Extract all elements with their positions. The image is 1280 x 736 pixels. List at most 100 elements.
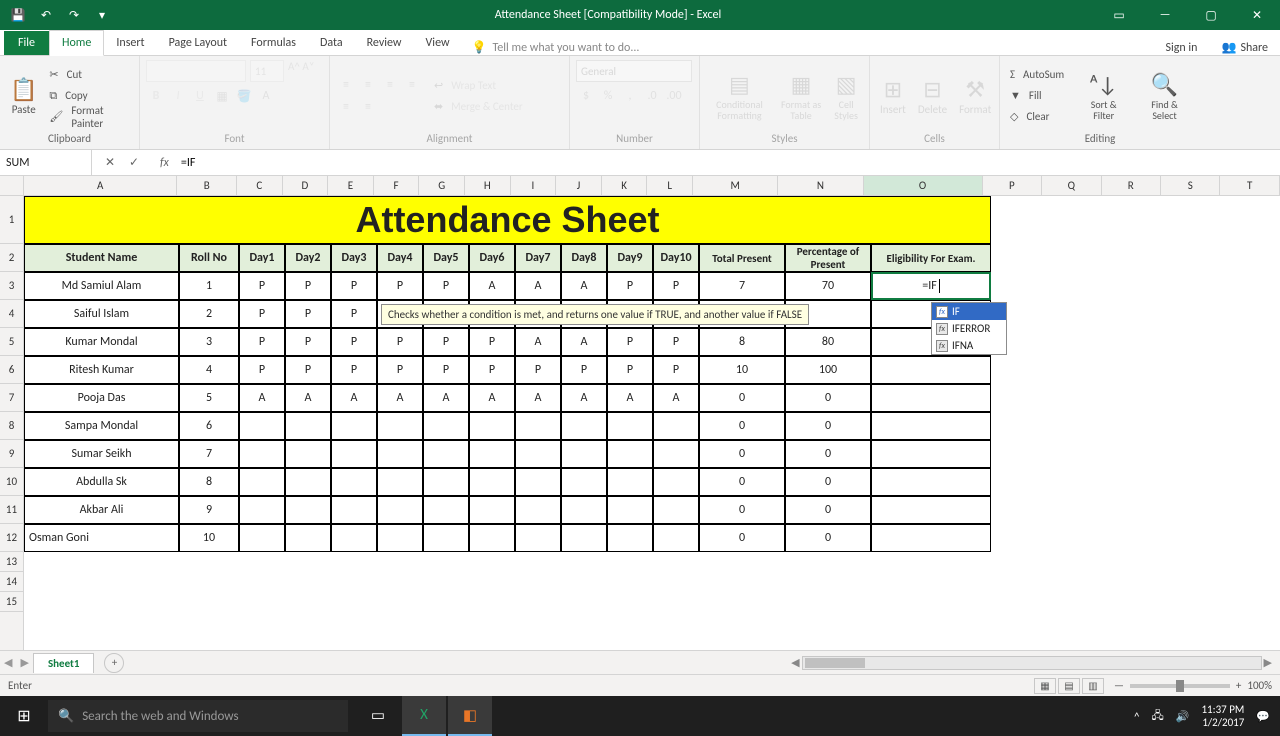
- day-cell[interactable]: [607, 412, 653, 440]
- findselect-button[interactable]: 🔍Find & Select: [1135, 69, 1194, 123]
- col-header-P[interactable]: P: [983, 176, 1042, 195]
- col-header-H[interactable]: H: [465, 176, 511, 195]
- start-button[interactable]: ⊞: [0, 696, 48, 736]
- day-cell[interactable]: [331, 412, 377, 440]
- student-name-cell[interactable]: Sumar Seikh: [24, 440, 179, 468]
- tab-data[interactable]: Data: [308, 31, 355, 55]
- row-header-5[interactable]: 5: [0, 328, 23, 356]
- merge-button[interactable]: ⬌ Merge & Center: [430, 96, 531, 116]
- row-header-2[interactable]: 2: [0, 244, 23, 272]
- row-header-7[interactable]: 7: [0, 384, 23, 412]
- elig-cell[interactable]: [871, 384, 991, 412]
- day-cell[interactable]: [285, 468, 331, 496]
- total-cell[interactable]: 0: [699, 524, 785, 552]
- day-cell[interactable]: P: [377, 272, 423, 300]
- day-cell[interactable]: [377, 468, 423, 496]
- day-cell[interactable]: P: [285, 356, 331, 384]
- table-header[interactable]: Day3: [331, 244, 377, 272]
- tray-volume-icon[interactable]: 🔊: [1176, 710, 1190, 723]
- formula-bar[interactable]: =IF: [177, 156, 1280, 170]
- tray-chevron-icon[interactable]: ^: [1134, 710, 1139, 723]
- day-cell[interactable]: [331, 440, 377, 468]
- share-button[interactable]: 👥Share: [1209, 40, 1280, 55]
- day-cell[interactable]: P: [239, 356, 285, 384]
- day-cell[interactable]: A: [515, 328, 561, 356]
- roll-cell[interactable]: 2: [179, 300, 239, 328]
- roll-cell[interactable]: 8: [179, 468, 239, 496]
- total-cell[interactable]: 7: [699, 272, 785, 300]
- wraptext-button[interactable]: ↩ Wrap Text: [430, 75, 531, 95]
- day-cell[interactable]: P: [239, 300, 285, 328]
- day-cell[interactable]: [515, 496, 561, 524]
- table-header[interactable]: Day6: [469, 244, 515, 272]
- new-sheet-button[interactable]: +: [104, 653, 124, 673]
- row-header-15[interactable]: 15: [0, 592, 23, 612]
- table-header[interactable]: Day8: [561, 244, 607, 272]
- copy-button[interactable]: ⧉ Copy: [45, 86, 133, 106]
- col-header-I[interactable]: I: [511, 176, 557, 195]
- student-name-cell[interactable]: Abdulla Sk: [24, 468, 179, 496]
- tab-home[interactable]: Home: [49, 30, 104, 56]
- day-cell[interactable]: [469, 440, 515, 468]
- table-header[interactable]: Day5: [423, 244, 469, 272]
- fx-icon[interactable]: fx: [152, 156, 177, 170]
- day-cell[interactable]: P: [561, 356, 607, 384]
- col-header-R[interactable]: R: [1102, 176, 1161, 195]
- col-header-O[interactable]: O: [864, 176, 983, 195]
- day-cell[interactable]: A: [469, 384, 515, 412]
- table-header[interactable]: Eligibility For Exam.: [871, 244, 991, 272]
- day-cell[interactable]: P: [331, 300, 377, 328]
- roll-cell[interactable]: 5: [179, 384, 239, 412]
- tab-view[interactable]: View: [414, 31, 462, 55]
- tab-formulas[interactable]: Formulas: [239, 31, 308, 55]
- col-header-B[interactable]: B: [177, 176, 236, 195]
- tellme-input[interactable]: 💡Tell me what you want to do...: [462, 40, 1154, 55]
- elig-cell[interactable]: [871, 356, 991, 384]
- day-cell[interactable]: P: [239, 328, 285, 356]
- day-cell[interactable]: [607, 468, 653, 496]
- view-pagebreak[interactable]: ▥: [1082, 678, 1104, 694]
- table-header[interactable]: Roll No: [179, 244, 239, 272]
- day-cell[interactable]: A: [561, 384, 607, 412]
- taskview-icon[interactable]: ▭: [356, 696, 400, 736]
- col-header-A[interactable]: A: [24, 176, 178, 195]
- day-cell[interactable]: A: [423, 384, 469, 412]
- total-cell[interactable]: 0: [699, 496, 785, 524]
- day-cell[interactable]: [377, 412, 423, 440]
- qat-save[interactable]: 💾: [6, 3, 30, 27]
- student-name-cell[interactable]: Pooja Das: [24, 384, 179, 412]
- elig-cell[interactable]: [871, 440, 991, 468]
- pct-cell[interactable]: 0: [785, 496, 871, 524]
- day-cell[interactable]: [377, 524, 423, 552]
- font-family-select[interactable]: [146, 60, 246, 82]
- pct-cell[interactable]: 80: [785, 328, 871, 356]
- col-header-J[interactable]: J: [556, 176, 602, 195]
- day-cell[interactable]: P: [653, 328, 699, 356]
- signin-link[interactable]: Sign in: [1153, 41, 1209, 55]
- day-cell[interactable]: [239, 496, 285, 524]
- elig-cell[interactable]: [871, 496, 991, 524]
- day-cell[interactable]: A: [561, 328, 607, 356]
- col-header-Q[interactable]: Q: [1042, 176, 1101, 195]
- day-cell[interactable]: P: [239, 272, 285, 300]
- day-cell[interactable]: [285, 496, 331, 524]
- fillcolor-button[interactable]: 🪣: [234, 86, 254, 106]
- day-cell[interactable]: P: [607, 328, 653, 356]
- day-cell[interactable]: [469, 524, 515, 552]
- accept-formula-icon[interactable]: ✓: [124, 155, 144, 170]
- day-cell[interactable]: P: [423, 356, 469, 384]
- hscroll-left[interactable]: ◀: [791, 656, 799, 669]
- numberformat-select[interactable]: General: [576, 60, 692, 82]
- roll-cell[interactable]: 6: [179, 412, 239, 440]
- day-cell[interactable]: A: [377, 384, 423, 412]
- taskbar-excel-icon[interactable]: X: [402, 696, 446, 736]
- day-cell[interactable]: [469, 496, 515, 524]
- pct-cell[interactable]: 0: [785, 468, 871, 496]
- day-cell[interactable]: [423, 524, 469, 552]
- student-name-cell[interactable]: Kumar Mondal: [24, 328, 179, 356]
- roll-cell[interactable]: 3: [179, 328, 239, 356]
- sortfilter-button[interactable]: ᴬ↓Sort & Filter: [1076, 69, 1131, 123]
- col-header-E[interactable]: E: [328, 176, 374, 195]
- hscrollbar[interactable]: [802, 656, 1262, 670]
- day-cell[interactable]: [653, 412, 699, 440]
